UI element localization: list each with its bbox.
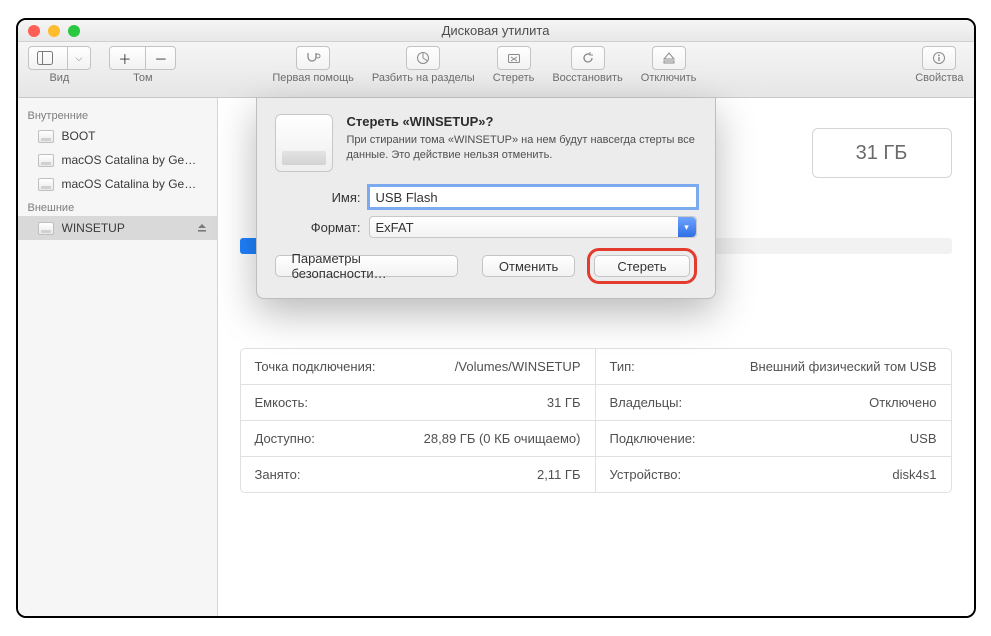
detail-mountpoint: Точка подключения:/Volumes/WINSETUP bbox=[241, 349, 596, 384]
sidebar: Внутренние BOOT macOS Catalina by Ge… ma… bbox=[18, 98, 218, 616]
format-label: Формат: bbox=[275, 220, 369, 235]
eject-icon bbox=[661, 51, 677, 65]
window-title: Дисковая утилита bbox=[18, 23, 974, 38]
eject-icon[interactable] bbox=[197, 223, 207, 233]
sidebar-item-catalina-1[interactable]: macOS Catalina by Ge… bbox=[18, 148, 217, 172]
detail-used: Занято:2,11 ГБ bbox=[241, 456, 596, 492]
partition-label: Разбить на разделы bbox=[372, 72, 475, 84]
firstaid-label: Первая помощь bbox=[272, 72, 354, 84]
cancel-button[interactable]: Отменить bbox=[482, 255, 575, 277]
disk-icon bbox=[38, 154, 54, 167]
detail-device: Устройство:disk4s1 bbox=[596, 456, 951, 492]
erase-confirm-button[interactable]: Стереть bbox=[594, 255, 689, 277]
sidebar-header-external: Внешние bbox=[18, 196, 217, 216]
erase-icon bbox=[506, 51, 522, 65]
sidebar-item-winsetup[interactable]: WINSETUP bbox=[18, 216, 217, 240]
name-label: Имя: bbox=[275, 190, 369, 205]
restore-button[interactable] bbox=[571, 46, 605, 70]
detail-owners: Владельцы:Отключено bbox=[596, 384, 951, 420]
highlight-ring: Стереть bbox=[587, 248, 696, 284]
unmount-label: Отключить bbox=[641, 72, 697, 84]
info-icon bbox=[931, 51, 947, 65]
details-grid: Точка подключения:/Volumes/WINSETUP Тип:… bbox=[240, 348, 952, 493]
erase-button[interactable] bbox=[497, 46, 531, 70]
disk-icon bbox=[38, 178, 54, 191]
firstaid-button[interactable] bbox=[296, 46, 330, 70]
restore-icon bbox=[580, 51, 596, 65]
sidebar-header-internal: Внутренние bbox=[18, 104, 217, 124]
stethoscope-icon bbox=[305, 51, 321, 65]
view-label: Вид bbox=[49, 72, 69, 84]
sidebar-icon bbox=[37, 51, 53, 65]
restore-label: Восстановить bbox=[552, 72, 622, 84]
chevron-updown-icon: ▾ bbox=[678, 217, 696, 237]
format-select[interactable]: ExFAT ▾ bbox=[369, 216, 697, 238]
detail-available: Доступно:28,89 ГБ (0 КБ очищаемо) bbox=[241, 420, 596, 456]
name-input[interactable] bbox=[369, 186, 697, 208]
unmount-button[interactable] bbox=[652, 46, 686, 70]
drive-icon bbox=[275, 114, 333, 172]
disk-icon bbox=[38, 222, 54, 235]
detail-type: Тип:Внешний физический том USB bbox=[596, 349, 951, 384]
format-value: ExFAT bbox=[376, 220, 414, 235]
detail-connection: Подключение:USB bbox=[596, 420, 951, 456]
dialog-message: При стирании тома «WINSETUP» на нем буду… bbox=[347, 133, 697, 163]
dialog-title: Стереть «WINSETUP»? bbox=[347, 114, 697, 129]
volume-button[interactable]: ＋－ bbox=[109, 46, 176, 70]
sidebar-item-boot[interactable]: BOOT bbox=[18, 124, 217, 148]
erase-label: Стереть bbox=[493, 72, 535, 84]
pie-icon bbox=[415, 51, 431, 65]
titlebar: Дисковая утилита bbox=[18, 20, 974, 42]
info-label: Свойства bbox=[915, 72, 963, 84]
erase-dialog: Стереть «WINSETUP»? При стирании тома «W… bbox=[256, 98, 716, 299]
volume-label: Том bbox=[133, 72, 153, 84]
sidebar-item-catalina-2[interactable]: macOS Catalina by Ge… bbox=[18, 172, 217, 196]
window: Дисковая утилита ⌵ Вид ＋－ Том Первая пом… bbox=[16, 18, 976, 618]
disk-icon bbox=[38, 130, 54, 143]
view-button[interactable]: ⌵ bbox=[28, 46, 92, 70]
toolbar: ⌵ Вид ＋－ Том Первая помощь Разбить на ра… bbox=[18, 42, 974, 98]
info-button[interactable] bbox=[922, 46, 956, 70]
capacity-badge: 31 ГБ bbox=[812, 128, 952, 178]
partition-button[interactable] bbox=[406, 46, 440, 70]
security-options-button[interactable]: Параметры безопасности… bbox=[275, 255, 458, 277]
detail-capacity: Емкость:31 ГБ bbox=[241, 384, 596, 420]
